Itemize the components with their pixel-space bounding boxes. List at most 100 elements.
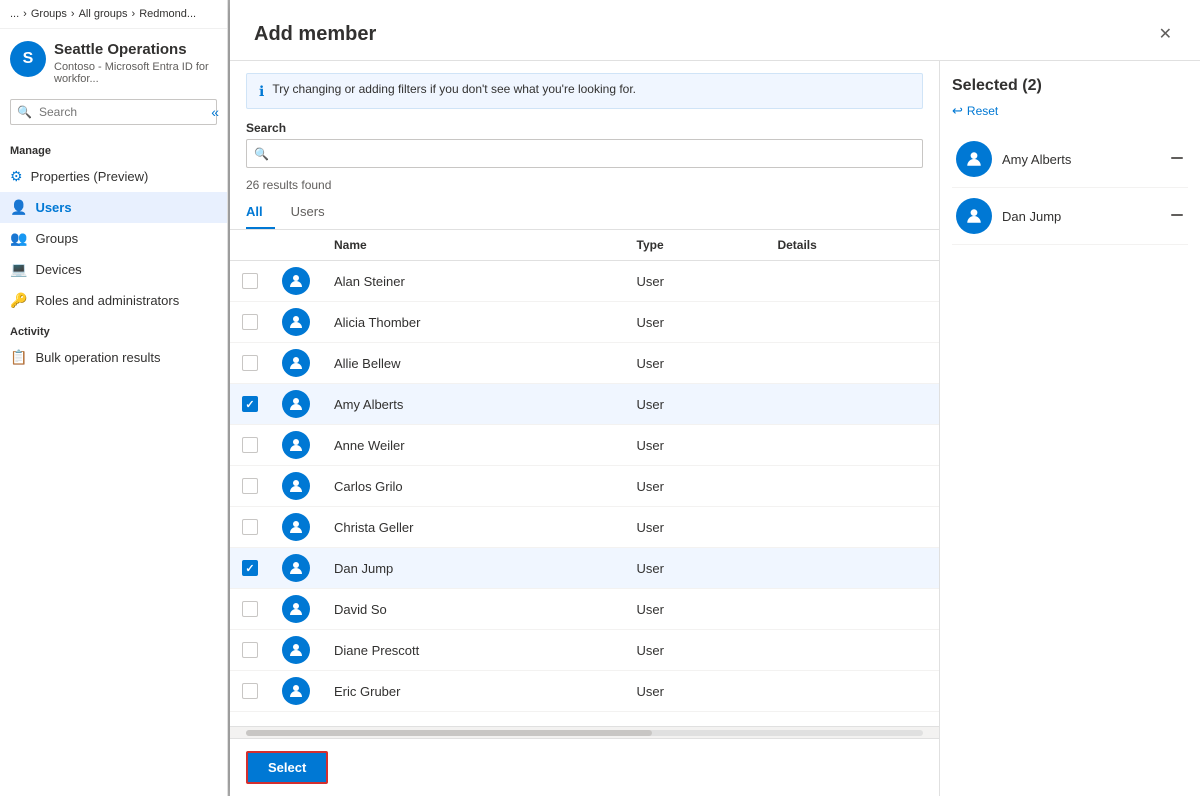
user-name: Alicia Thomber [322, 302, 625, 343]
row-checkbox-unchecked[interactable] [242, 601, 258, 617]
info-banner-text: Try changing or adding filters if you do… [272, 82, 636, 96]
table-row: Diane PrescottUser [230, 630, 939, 671]
col-header-name: Name [322, 230, 625, 261]
tab-users[interactable]: Users [291, 198, 337, 229]
sidebar-collapse-icon[interactable]: « [211, 104, 219, 120]
tabs-row: All Users [230, 198, 939, 230]
row-checkbox-unchecked[interactable] [242, 273, 258, 289]
row-checkbox-unchecked[interactable] [242, 519, 258, 535]
row-checkbox-unchecked[interactable] [242, 478, 258, 494]
remove-selected-button[interactable] [1170, 151, 1184, 168]
properties-icon: ⚙ [10, 168, 23, 185]
table-row: Dan JumpUser [230, 548, 939, 589]
breadcrumb-sep: › [23, 8, 27, 20]
user-avatar [282, 636, 310, 664]
member-table-container[interactable]: Name Type Details Alan SteinerUserAlicia… [230, 230, 939, 726]
sidebar-search-input[interactable] [10, 99, 217, 125]
user-type: User [625, 507, 766, 548]
sidebar-item-devices-label: Devices [35, 262, 81, 277]
user-type: User [625, 589, 766, 630]
user-name: Allie Bellew [322, 343, 625, 384]
user-name: Diane Prescott [322, 630, 625, 671]
sidebar-item-groups-label: Groups [35, 231, 78, 246]
user-type: User [625, 302, 766, 343]
modal-footer: Select [230, 738, 939, 796]
reset-button[interactable]: ↩ Reset [952, 103, 1188, 119]
col-header-details: Details [765, 230, 939, 261]
user-type: User [625, 261, 766, 302]
sidebar-item-roles[interactable]: 🔑 Roles and administrators [0, 285, 227, 316]
table-row: Allie BellewUser [230, 343, 939, 384]
org-subtitle: Contoso - Microsoft Entra ID for workfor… [54, 61, 217, 85]
tab-all[interactable]: All [246, 198, 275, 229]
select-button[interactable]: Select [246, 751, 328, 784]
row-checkbox-unchecked[interactable] [242, 355, 258, 371]
user-name: Eric Gruber [322, 671, 625, 712]
user-avatar [282, 431, 310, 459]
user-name: Carlos Grilo [322, 466, 625, 507]
main-area: Add member ✕ ℹ Try changing or adding fi… [228, 0, 1200, 796]
user-name: Alan Steiner [322, 261, 625, 302]
table-row: Eric GruberUser [230, 671, 939, 712]
org-avatar: S [10, 41, 46, 77]
user-type: User [625, 671, 766, 712]
row-checkbox-unchecked[interactable] [242, 314, 258, 330]
user-type: User [625, 466, 766, 507]
row-checkbox-unchecked[interactable] [242, 683, 258, 699]
table-row: Alicia ThomberUser [230, 302, 939, 343]
sidebar-item-users[interactable]: 👤 Users [0, 192, 227, 223]
manage-section-label: Manage [0, 135, 227, 161]
user-avatar [282, 513, 310, 541]
sidebar-search-wrap: 🔍 « [10, 99, 217, 125]
users-icon: 👤 [10, 199, 27, 216]
row-checkbox-checked[interactable] [242, 396, 258, 412]
user-details [765, 425, 939, 466]
member-search-input[interactable] [246, 139, 923, 168]
devices-icon: 💻 [10, 261, 27, 278]
user-details [765, 630, 939, 671]
user-details [765, 548, 939, 589]
user-avatar [282, 595, 310, 623]
user-details [765, 466, 939, 507]
modal-left-panel: ℹ Try changing or adding filters if you … [230, 61, 940, 796]
sidebar-search-icon: 🔍 [17, 105, 32, 119]
user-details [765, 343, 939, 384]
breadcrumb-sep2: › [71, 8, 75, 20]
horizontal-scrollbar[interactable] [230, 726, 939, 738]
row-checkbox-checked[interactable] [242, 560, 258, 576]
remove-selected-button[interactable] [1170, 208, 1184, 225]
breadcrumb-sep3: › [132, 8, 136, 20]
sidebar-item-properties[interactable]: ⚙ Properties (Preview) [0, 161, 227, 192]
search-section: Search 🔍 [230, 117, 939, 176]
row-checkbox-unchecked[interactable] [242, 642, 258, 658]
selected-avatar [956, 141, 992, 177]
user-name: Dan Jump [322, 548, 625, 589]
breadcrumb[interactable]: ... › Groups › All groups › Redmond... [0, 0, 227, 29]
modal-close-button[interactable]: ✕ [1155, 20, 1176, 48]
user-avatar [282, 267, 310, 295]
sidebar-item-bulk[interactable]: 📋 Bulk operation results [0, 342, 227, 373]
table-row: Alan SteinerUser [230, 261, 939, 302]
selected-item: Dan Jump [952, 188, 1188, 245]
sidebar-item-devices[interactable]: 💻 Devices [0, 254, 227, 285]
scroll-thumb [246, 730, 652, 736]
table-row: David SoUser [230, 589, 939, 630]
row-checkbox-unchecked[interactable] [242, 437, 258, 453]
selected-user-name: Dan Jump [1002, 209, 1160, 224]
modal-title: Add member [254, 23, 376, 46]
member-table: Name Type Details Alan SteinerUserAlicia… [230, 230, 939, 712]
info-icon: ℹ [259, 83, 264, 100]
user-name: Anne Weiler [322, 425, 625, 466]
user-avatar [282, 472, 310, 500]
selected-header: Selected (2) [952, 77, 1188, 95]
modal-panel: Add member ✕ ℹ Try changing or adding fi… [230, 0, 1200, 796]
breadcrumb-groups[interactable]: Groups [31, 8, 67, 20]
search-input-wrap: 🔍 [246, 139, 923, 168]
breadcrumb-dots[interactable]: ... [10, 8, 19, 20]
user-details [765, 302, 939, 343]
breadcrumb-all-groups[interactable]: All groups [79, 8, 128, 20]
activity-section-label: Activity [0, 316, 227, 342]
sidebar-item-groups[interactable]: 👥 Groups [0, 223, 227, 254]
roles-icon: 🔑 [10, 292, 27, 309]
reset-label: Reset [967, 104, 998, 118]
